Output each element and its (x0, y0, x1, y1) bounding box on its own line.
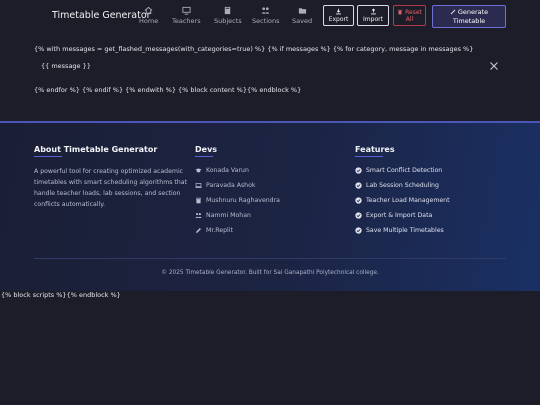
reset-label-line1: Reset (405, 8, 422, 16)
dev-item: Nammi Mohan (195, 212, 251, 219)
reset-line: Reset (397, 9, 422, 16)
check-circle-icon (355, 227, 362, 234)
template-scripts-line: {% block scripts %}{% endblock %} (1, 291, 121, 299)
about-text: A powerful tool for creating optimized a… (34, 168, 187, 208)
graduation-cap-icon (195, 168, 202, 173)
nav-home[interactable]: Home (139, 6, 158, 28)
devs-underline (195, 156, 213, 157)
dev-item: Paravada Ashok (195, 182, 255, 189)
dev-name: Konada Varun (206, 167, 249, 174)
generate-label-line1: Generate (457, 7, 489, 16)
nav-sections-label: Sections (252, 17, 280, 25)
feature-item: Lab Session Scheduling (355, 182, 439, 189)
template-flash-line: {% with messages = get_flashed_messages(… (34, 45, 474, 53)
dev-name: Nammi Mohan (206, 212, 251, 219)
export-button[interactable]: Export (323, 5, 354, 26)
about-title: About Timetable Generator (34, 145, 158, 154)
feature-item: Smart Conflict Detection (355, 167, 442, 174)
teachers-icon (182, 6, 191, 15)
upload-icon (370, 8, 376, 15)
feature-item: Export & Import Data (355, 212, 432, 219)
copyright: © 2025 Timetable Generator. Built for Sa… (161, 270, 379, 276)
feature-label: Lab Session Scheduling (366, 182, 439, 189)
book-icon (196, 197, 201, 204)
brand-title[interactable]: Timetable Generator (52, 10, 151, 21)
nav-saved-label: Saved (292, 17, 313, 25)
dev-name: Mr.Replit (206, 227, 233, 234)
feature-item: Teacher Load Management (355, 197, 450, 204)
reset-all-button[interactable]: Reset All (393, 5, 426, 26)
dev-name: Mushnuru Raghavendra (206, 197, 280, 204)
about-underline (34, 156, 62, 157)
generate-line: Generate (450, 8, 488, 17)
generate-label-line2: Timetable (452, 16, 486, 25)
export-label: Export (328, 16, 349, 23)
navbar: Timetable Generator Home Teachers Subjec… (0, 0, 540, 33)
laptop-icon (195, 183, 202, 189)
flash-message: {{ message }} (41, 62, 91, 70)
dev-item: Mushnuru Raghavendra (195, 197, 280, 204)
trash-icon (398, 9, 403, 15)
nav-subjects-label: Subjects (214, 17, 242, 25)
close-icon[interactable] (489, 61, 499, 71)
check-circle-icon (355, 212, 362, 219)
feature-item: Save Multiple Timetables (355, 227, 444, 234)
import-label: Import (363, 16, 383, 23)
users-icon (195, 213, 202, 218)
check-circle-icon (355, 167, 362, 174)
pencil-icon (196, 228, 201, 233)
import-button[interactable]: Import (357, 5, 389, 26)
check-circle-icon (355, 197, 362, 204)
users-icon (261, 7, 270, 14)
check-circle-icon (355, 182, 362, 189)
feature-label: Export & Import Data (366, 212, 433, 219)
features-underline (355, 156, 383, 157)
devs-title: Devs (195, 145, 218, 154)
nav-subjects[interactable]: Subjects (214, 6, 242, 28)
dev-item: Konada Varun (195, 167, 249, 174)
nav-teachers[interactable]: Teachers (172, 6, 201, 28)
nav-sections[interactable]: Sections (252, 6, 280, 28)
template-block-line: {% endfor %} {% endif %} {% endwith %} {… (34, 86, 302, 94)
book-icon (225, 6, 231, 15)
magic-wand-icon (450, 9, 456, 15)
dev-name: Paravada Ashok (206, 182, 256, 189)
generate-timetable-button[interactable]: Generate Timetable (432, 5, 506, 28)
feature-label: Save Multiple Timetables (366, 227, 444, 234)
nav-saved[interactable]: Saved (292, 6, 312, 28)
download-icon (336, 8, 341, 15)
dev-item: Mr.Replit (195, 227, 233, 234)
folder-icon (298, 8, 306, 14)
features-title: Features (355, 145, 395, 154)
feature-label: Teacher Load Management (366, 197, 450, 204)
reset-label-line2: All (405, 15, 414, 23)
home-icon (144, 6, 153, 15)
feature-label: Smart Conflict Detection (366, 167, 443, 174)
footer: About Timetable Generator A powerful too… (0, 121, 540, 291)
footer-divider (34, 258, 506, 259)
nav-home-label: Home (139, 17, 159, 25)
nav-teachers-label: Teachers (172, 17, 201, 25)
